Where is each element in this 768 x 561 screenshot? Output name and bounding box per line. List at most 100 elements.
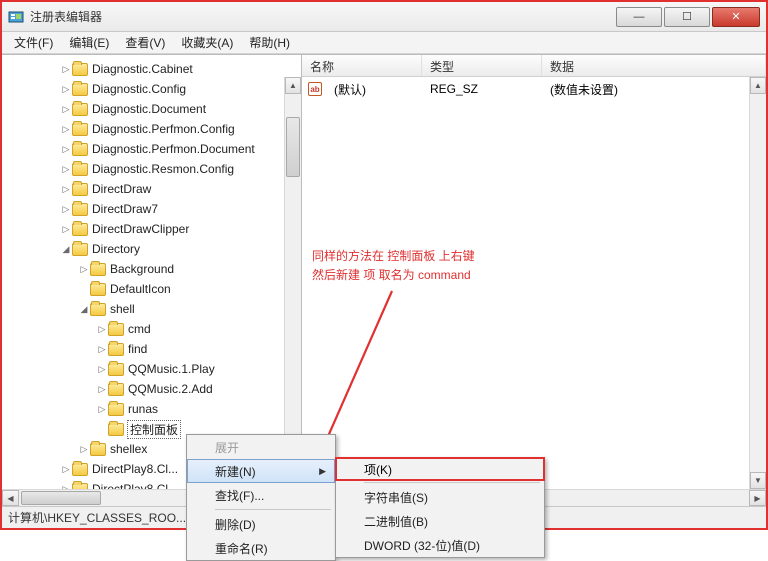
- tree-label: shell: [110, 302, 135, 316]
- tree-node[interactable]: ▷DirectDraw: [2, 179, 301, 199]
- scroll-up-button[interactable]: ▲: [750, 77, 766, 94]
- tree-node[interactable]: ◢Directory: [2, 239, 301, 259]
- tree-node[interactable]: ▷ runas: [2, 399, 301, 419]
- ctx-new-string[interactable]: 字符串值(S): [336, 485, 544, 509]
- scroll-down-button[interactable]: ▼: [750, 472, 766, 489]
- tree-label: DirectPlay8.Cl...: [92, 462, 178, 476]
- ctx-find[interactable]: 查找(F)...: [187, 483, 335, 507]
- folder-icon: [72, 163, 88, 176]
- list-row[interactable]: ab (默认) REG_SZ (数值未设置): [302, 79, 766, 99]
- tree-node[interactable]: ▷ Diagnostic.Document: [2, 99, 301, 119]
- folder-icon: [72, 463, 88, 476]
- menu-file[interactable]: 文件(F): [6, 32, 61, 53]
- folder-icon: [72, 483, 88, 490]
- folder-icon: [90, 443, 106, 456]
- hscroll-thumb[interactable]: [21, 491, 101, 505]
- menu-view[interactable]: 查看(V): [117, 32, 173, 53]
- context-submenu-new: 项(K) 字符串值(S) 二进制值(B) DWORD (32-位)值(D): [335, 457, 545, 558]
- tree-node[interactable]: ▷ Diagnostic.Perfmon.Document: [2, 139, 301, 159]
- tree-expander-icon[interactable]: ▷: [60, 164, 72, 175]
- folder-icon: [72, 203, 88, 216]
- ctx-new-key[interactable]: 项(K): [335, 457, 545, 481]
- tree-expander-icon[interactable]: ▷: [60, 104, 72, 115]
- list-vscrollbar[interactable]: ▲ ▼: [749, 77, 766, 489]
- tree-expander-icon[interactable]: ▷: [78, 264, 90, 275]
- menu-edit[interactable]: 编辑(E): [61, 32, 117, 53]
- scroll-thumb[interactable]: [286, 117, 300, 177]
- tree-node[interactable]: ▷ DirectDraw7: [2, 199, 301, 219]
- tree-label: DirectDraw7: [92, 202, 158, 216]
- tree-node[interactable]: DefaultIcon: [2, 279, 301, 299]
- folder-icon: [72, 183, 88, 196]
- ctx-new[interactable]: 新建(N)▶: [187, 459, 335, 483]
- tree-node[interactable]: ▷Background: [2, 259, 301, 279]
- col-name[interactable]: 名称: [302, 55, 422, 76]
- tree-expander-icon[interactable]: ▷: [60, 144, 72, 155]
- folder-icon: [72, 83, 88, 96]
- string-value-icon: ab: [308, 82, 322, 96]
- close-button[interactable]: ✕: [712, 7, 760, 27]
- tree-pane[interactable]: ▷Diagnostic.Cabinet▷Diagnostic.Config▷Di…: [2, 55, 302, 489]
- ctx-rename[interactable]: 重命名(R): [187, 536, 335, 560]
- tree-expander-icon[interactable]: ◢: [78, 304, 90, 315]
- maximize-button[interactable]: ☐: [664, 7, 710, 27]
- tree-vscrollbar[interactable]: ▲ ▼: [284, 77, 301, 489]
- tree-expander-icon[interactable]: ▷: [78, 444, 90, 455]
- scroll-up-button[interactable]: ▲: [285, 77, 301, 94]
- content-area: ▷Diagnostic.Cabinet▷Diagnostic.Config▷Di…: [2, 54, 766, 489]
- tree-node[interactable]: ▷ find: [2, 339, 301, 359]
- titlebar[interactable]: 注册表编辑器 — ☐ ✕: [2, 2, 766, 32]
- tree-label: DefaultIcon: [110, 282, 171, 296]
- hscroll-right-button[interactable]: ▶: [749, 490, 766, 506]
- tree-expander-icon[interactable]: ▷: [96, 384, 108, 395]
- col-type[interactable]: 类型: [422, 55, 542, 76]
- tree-node[interactable]: ▷ QQMusic.1.Play: [2, 359, 301, 379]
- list-pane[interactable]: 名称 类型 数据 ab (默认) REG_SZ (数值未设置) 同样的方法在 控…: [302, 55, 766, 489]
- tree-expander-icon[interactable]: ▷: [60, 464, 72, 475]
- tree-expander-icon[interactable]: ▷: [96, 344, 108, 355]
- tree-expander-icon[interactable]: ▷: [60, 204, 72, 215]
- tree-expander-icon[interactable]: ▷: [96, 404, 108, 415]
- tree-label: QQMusic.1.Play: [128, 362, 215, 376]
- tree-label: QQMusic.2.Add: [128, 382, 213, 396]
- ctx-separator: [364, 482, 540, 483]
- tree-node[interactable]: ▷DirectDrawClipper: [2, 219, 301, 239]
- ctx-delete[interactable]: 删除(D): [187, 512, 335, 536]
- menu-help[interactable]: 帮助(H): [241, 32, 298, 53]
- ctx-expand: 展开: [187, 435, 335, 459]
- tree-expander-icon[interactable]: ▷: [96, 324, 108, 335]
- hscroll-left-button[interactable]: ◀: [2, 490, 19, 506]
- context-menu: 展开 新建(N)▶ 查找(F)... 删除(D) 重命名(R) 项(K) 字符串…: [186, 434, 336, 561]
- tree-node[interactable]: ▷ Diagnostic.Config: [2, 79, 301, 99]
- tree-expander-icon[interactable]: ▷: [60, 224, 72, 235]
- tree-node[interactable]: ▷Diagnostic.Resmon.Config: [2, 159, 301, 179]
- tree-label: cmd: [128, 322, 151, 336]
- tree-label: runas: [128, 402, 158, 416]
- folder-icon: [72, 223, 88, 236]
- ctx-new-binary[interactable]: 二进制值(B): [336, 509, 544, 533]
- folder-icon: [108, 343, 124, 356]
- tree-expander-icon[interactable]: ▷: [96, 364, 108, 375]
- tree-expander-icon[interactable]: ◢: [60, 244, 72, 255]
- tree-label: Diagnostic.Perfmon.Document: [92, 142, 255, 156]
- tree-node[interactable]: ▷ QQMusic.2.Add: [2, 379, 301, 399]
- minimize-button[interactable]: —: [616, 7, 662, 27]
- tree-expander-icon[interactable]: ▷: [60, 184, 72, 195]
- tree-label: find: [128, 342, 147, 356]
- tree-expander-icon[interactable]: ▷: [60, 484, 72, 490]
- tree-label: Diagnostic.Cabinet: [92, 62, 193, 76]
- tree-expander-icon[interactable]: ▷: [60, 124, 72, 135]
- ctx-new-dword[interactable]: DWORD (32-位)值(D): [336, 533, 544, 557]
- folder-icon: [90, 303, 106, 316]
- menu-favorites[interactable]: 收藏夹(A): [173, 32, 241, 53]
- tree-label: Diagnostic.Document: [92, 102, 206, 116]
- tree-label: Diagnostic.Config: [92, 82, 186, 96]
- folder-icon: [72, 123, 88, 136]
- col-data[interactable]: 数据: [542, 55, 766, 76]
- tree-expander-icon[interactable]: ▷: [60, 84, 72, 95]
- tree-node[interactable]: ▷Diagnostic.Perfmon.Config: [2, 119, 301, 139]
- tree-node[interactable]: ◢ shell: [2, 299, 301, 319]
- tree-node[interactable]: ▷ Diagnostic.Cabinet: [2, 59, 301, 79]
- tree-node[interactable]: ▷ cmd: [2, 319, 301, 339]
- tree-expander-icon[interactable]: ▷: [60, 64, 72, 75]
